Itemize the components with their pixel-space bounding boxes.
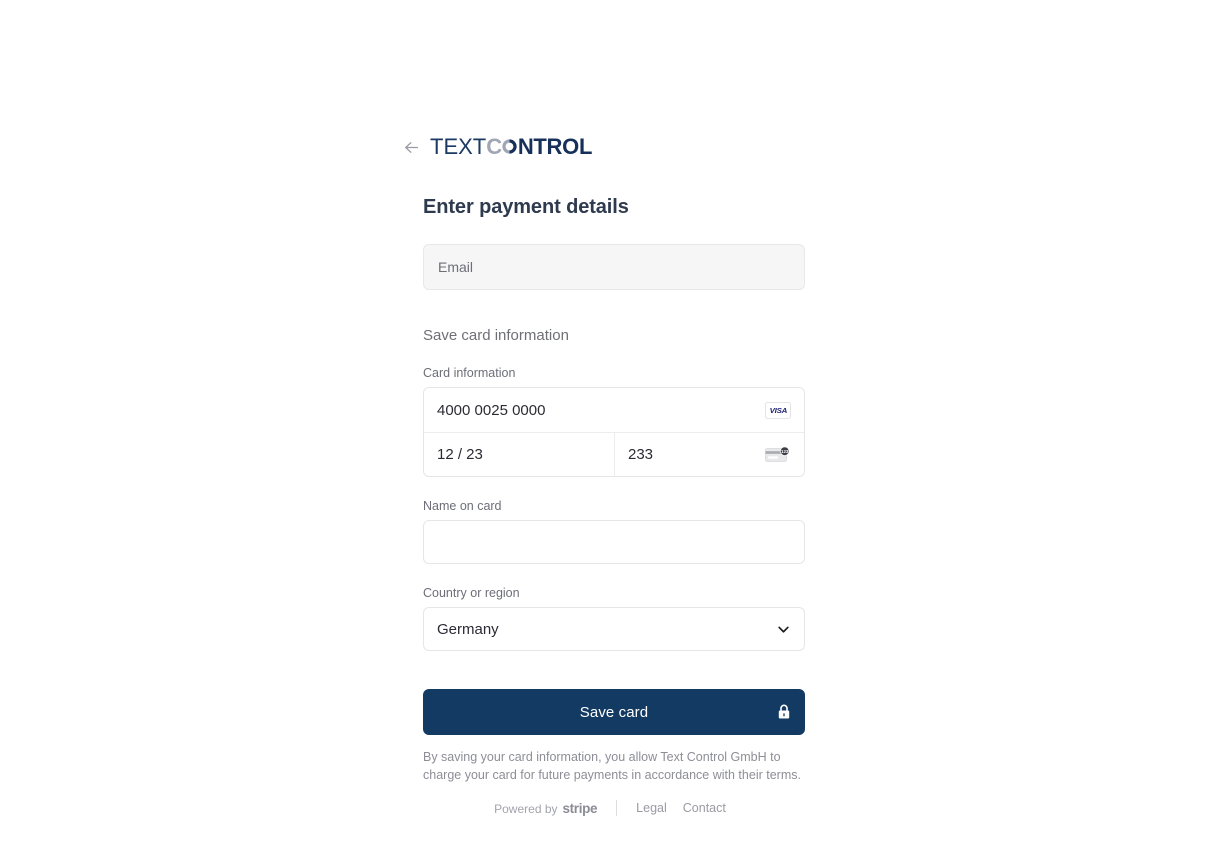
logo-control-word: NTROL xyxy=(517,134,593,159)
email-placeholder: Email xyxy=(438,259,474,275)
card-expiry-cvc-row: 12 / 23 233 123 xyxy=(424,432,804,476)
logo-c-letter: C xyxy=(486,134,502,159)
visa-icon: VISA xyxy=(765,401,791,419)
card-expiry-input[interactable]: 12 / 23 xyxy=(424,433,614,476)
page-header: TEXTC NTROL xyxy=(403,136,592,158)
payment-page: TEXTC NTROL Enter payment details Email … xyxy=(0,0,1220,847)
card-expiry-value: 12 / 23 xyxy=(437,446,483,463)
save-card-heading: Save card information xyxy=(423,327,569,344)
card-cvc-input[interactable]: 233 123 xyxy=(614,433,804,476)
save-card-disclaimer: By saving your card information, you all… xyxy=(423,750,801,783)
contact-link[interactable]: Contact xyxy=(683,801,726,815)
svg-text:123: 123 xyxy=(781,449,789,454)
save-card-button-label: Save card xyxy=(579,703,649,721)
payment-form: Enter payment details Email Save card in… xyxy=(423,196,805,784)
logo-text-word: TEXT xyxy=(430,134,487,159)
name-on-card-label: Name on card xyxy=(423,499,502,513)
visa-label: VISA xyxy=(769,405,787,415)
back-button[interactable] xyxy=(403,139,420,156)
textcontrol-logo: TEXTC NTROL xyxy=(430,136,592,158)
legal-link[interactable]: Legal xyxy=(636,801,667,815)
arrow-left-icon[interactable] xyxy=(403,139,420,156)
country-select[interactable]: Germany xyxy=(423,607,805,651)
cvc-card-icon: 123 xyxy=(765,446,791,463)
card-cvc-value: 233 xyxy=(628,446,654,463)
card-information-label: Card information xyxy=(423,366,516,380)
card-information-group: 4000 0025 0000 VISA 12 / 23 233 123 xyxy=(423,387,805,477)
email-field[interactable]: Email xyxy=(423,244,805,290)
card-number-input[interactable]: 4000 0025 0000 VISA xyxy=(424,388,804,432)
powered-by-stripe[interactable]: Powered by stripe xyxy=(494,801,597,816)
country-value: Germany xyxy=(437,620,499,638)
footer-divider xyxy=(616,800,618,816)
card-number-value: 4000 0025 0000 xyxy=(437,401,546,419)
name-on-card-input[interactable] xyxy=(423,520,805,564)
powered-by-label: Powered by xyxy=(494,801,558,816)
chevron-down-icon xyxy=(778,626,789,633)
page-title: Enter payment details xyxy=(423,196,629,218)
logo-o-mark xyxy=(502,139,517,154)
save-card-button[interactable]: Save card xyxy=(423,689,805,735)
stripe-wordmark: stripe xyxy=(562,800,598,816)
lock-icon xyxy=(778,704,790,719)
country-label: Country or region xyxy=(423,586,520,600)
card-number-row: 4000 0025 0000 VISA xyxy=(424,388,804,432)
page-footer: Powered by stripe Legal Contact xyxy=(0,800,1220,816)
